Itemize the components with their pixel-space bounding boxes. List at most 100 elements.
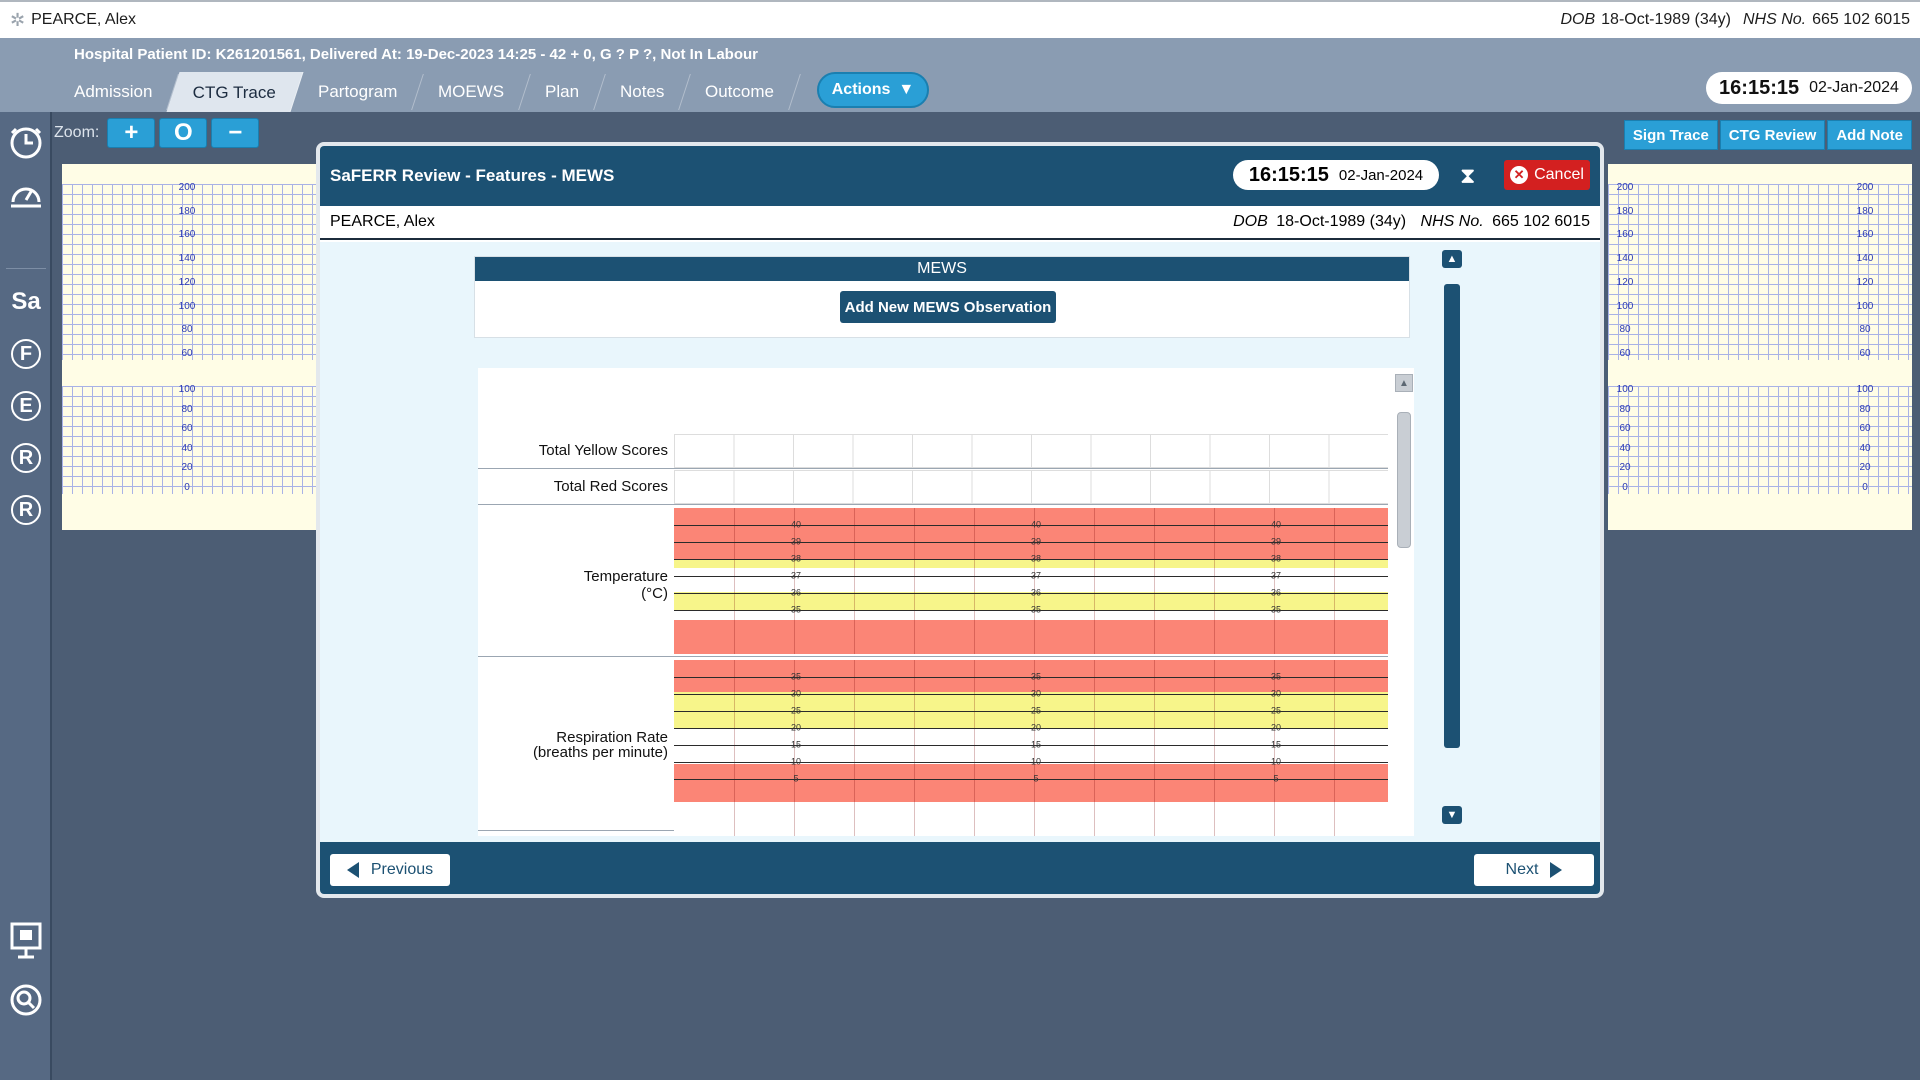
previous-label: Previous — [370, 861, 434, 878]
modal-body: MEWS Add New MEWS Observation ▲ ▼ Total … — [320, 242, 1600, 842]
dob-label: DOB — [1560, 11, 1596, 28]
tab-moews[interactable]: MOEWS — [412, 74, 531, 110]
axis-tick-label: 120 — [1856, 276, 1874, 288]
grid-column-line — [1154, 508, 1155, 654]
axis-tick-label: 120 — [1616, 276, 1634, 288]
clock-date: 02-Jan-2024 — [1809, 79, 1899, 96]
axis-tick-label: 0 — [1862, 482, 1868, 493]
axis-tick-label: 20 — [1859, 462, 1871, 474]
tab-ctg-trace[interactable]: CTG Trace — [166, 72, 305, 112]
tick-label: 35 — [790, 604, 802, 615]
left-sidebar: Sa F E R R — [0, 112, 52, 1080]
patient-info: Hospital Patient ID: K261201561, Deliver… — [74, 46, 758, 63]
history-gauge-icon[interactable] — [6, 176, 46, 216]
axis-tick-label: 80 — [1619, 403, 1631, 415]
modal-header: SaFERR Review - Features - MEWS 16:15:15… — [320, 146, 1600, 206]
axis-tick-label: 200 — [178, 182, 196, 193]
scroll-up-icon[interactable]: ▲ — [1442, 250, 1462, 268]
chart-scroll-up-icon[interactable]: ▲ — [1395, 374, 1413, 392]
grid-column-line — [854, 660, 855, 836]
zoom-reset-button[interactable]: O — [159, 118, 208, 148]
tick-label: 20 — [1270, 722, 1282, 733]
tick-label: 40 — [1270, 519, 1282, 530]
tick-label: 37 — [790, 570, 802, 581]
clock-icon[interactable] — [6, 122, 46, 162]
tab-partogram[interactable]: Partogram — [291, 74, 424, 110]
modal-clock: 16:15:15 02-Jan-2024 — [1233, 160, 1439, 190]
saferr-sa-button[interactable]: Sa — [6, 282, 46, 322]
axis-tick-label: 40 — [1859, 442, 1871, 454]
saferr-r2-button[interactable]: R — [6, 490, 46, 530]
zoom-out-button[interactable]: − — [211, 118, 260, 148]
tick-label: 40 — [790, 519, 802, 530]
respiration-chart: 35 35 35 30 30 30 25 25 25 20 20 20 15 15 15 10 10 10 5 5 5 — [674, 660, 1388, 836]
axis-tick-label: 200 — [1616, 182, 1634, 193]
grid-column-line — [734, 508, 735, 654]
next-label: Next — [1505, 861, 1539, 878]
saferr-e-button[interactable]: E — [6, 386, 46, 426]
tab-admission[interactable]: Admission — [48, 74, 180, 110]
previous-button[interactable]: Previous — [330, 854, 450, 886]
tick-label: 37 — [1030, 570, 1042, 581]
axis-tick-label: 180 — [178, 205, 196, 217]
dob-value: 18-Oct-1989 (34y) — [1601, 11, 1731, 28]
tick-label: 39 — [790, 536, 802, 547]
tick-label: 20 — [790, 722, 802, 733]
presentation-icon[interactable] — [6, 920, 46, 960]
grid-column-line — [1334, 660, 1335, 836]
header-clock: 16:15:15 02-Jan-2024 — [1706, 72, 1912, 104]
zone-band — [674, 620, 1388, 628]
axis-tick-label: 100 — [1616, 300, 1634, 312]
zone-band — [674, 628, 1388, 654]
modal-title: SaFERR Review - Features - MEWS — [330, 166, 615, 185]
axis-tick-label: 180 — [1856, 205, 1874, 217]
actions-dropdown-button[interactable]: Actions ▼ — [817, 72, 929, 108]
modal-clock-time: 16:15:15 — [1248, 163, 1329, 186]
tab-plan[interactable]: Plan — [519, 74, 606, 110]
axis-tick-label: 100 — [178, 384, 196, 395]
total-yellow-row — [674, 434, 1388, 468]
chart-scrollbar[interactable]: ▲ — [1394, 368, 1414, 836]
next-button[interactable]: Next — [1474, 854, 1594, 886]
tick-label: 37 — [1270, 570, 1282, 581]
grid-column-line — [1094, 660, 1095, 836]
tick-label: 5 — [1273, 773, 1279, 784]
sidebar-divider — [6, 268, 46, 269]
tab-outcome[interactable]: Outcome — [679, 74, 802, 110]
saferr-r1-button[interactable]: R — [6, 438, 46, 478]
tick-label: 35 — [790, 671, 802, 682]
add-mews-observation-button[interactable]: Add New MEWS Observation — [840, 291, 1056, 323]
tab-bar: Admission CTG Trace Partogram MOEWS Plan… — [48, 70, 802, 112]
scroll-thumb[interactable] — [1444, 284, 1460, 748]
chart-scroll-thumb[interactable] — [1397, 412, 1411, 548]
tick-label: 5 — [793, 773, 799, 784]
actions-label: Actions — [831, 81, 891, 98]
total-yellow-label: Total Yellow Scores — [538, 442, 668, 459]
cancel-button[interactable]: ✕ Cancel — [1504, 160, 1590, 190]
zone-band — [674, 802, 1388, 836]
grid-column-line — [1334, 508, 1335, 654]
axis-tick-label: 60 — [181, 423, 193, 435]
sign-trace-button[interactable]: Sign Trace — [1623, 120, 1718, 150]
filter-icon[interactable]: ⧗ — [1460, 163, 1475, 189]
modal-scrollbar[interactable]: ▲ ▼ — [1442, 250, 1464, 834]
ctg-review-button[interactable]: CTG Review — [1719, 120, 1826, 150]
tick-label: 25 — [790, 705, 802, 716]
saferr-f-button[interactable]: F — [6, 334, 46, 374]
axis-tick-label: 80 — [181, 324, 193, 336]
scroll-down-icon[interactable]: ▼ — [1442, 806, 1462, 824]
total-red-label: Total Red Scores — [553, 478, 668, 495]
axis-tick-label: 0 — [184, 482, 190, 493]
add-note-button[interactable]: Add Note — [1827, 120, 1912, 150]
tick-label: 36 — [1030, 587, 1042, 598]
search-icon[interactable] — [6, 980, 46, 1020]
axis-tick-label: 100 — [1616, 384, 1634, 395]
zoom-in-button[interactable]: + — [107, 118, 156, 148]
grid-column-line — [854, 508, 855, 654]
tick-label: 30 — [790, 688, 802, 699]
axis-tick-label: 180 — [1616, 205, 1634, 217]
grid-column-line — [1274, 508, 1275, 654]
tab-notes[interactable]: Notes — [594, 74, 692, 110]
mews-chart: Total Yellow Scores Total Red Scores Tem… — [478, 368, 1414, 836]
zoom-label: Zoom: — [54, 124, 100, 141]
